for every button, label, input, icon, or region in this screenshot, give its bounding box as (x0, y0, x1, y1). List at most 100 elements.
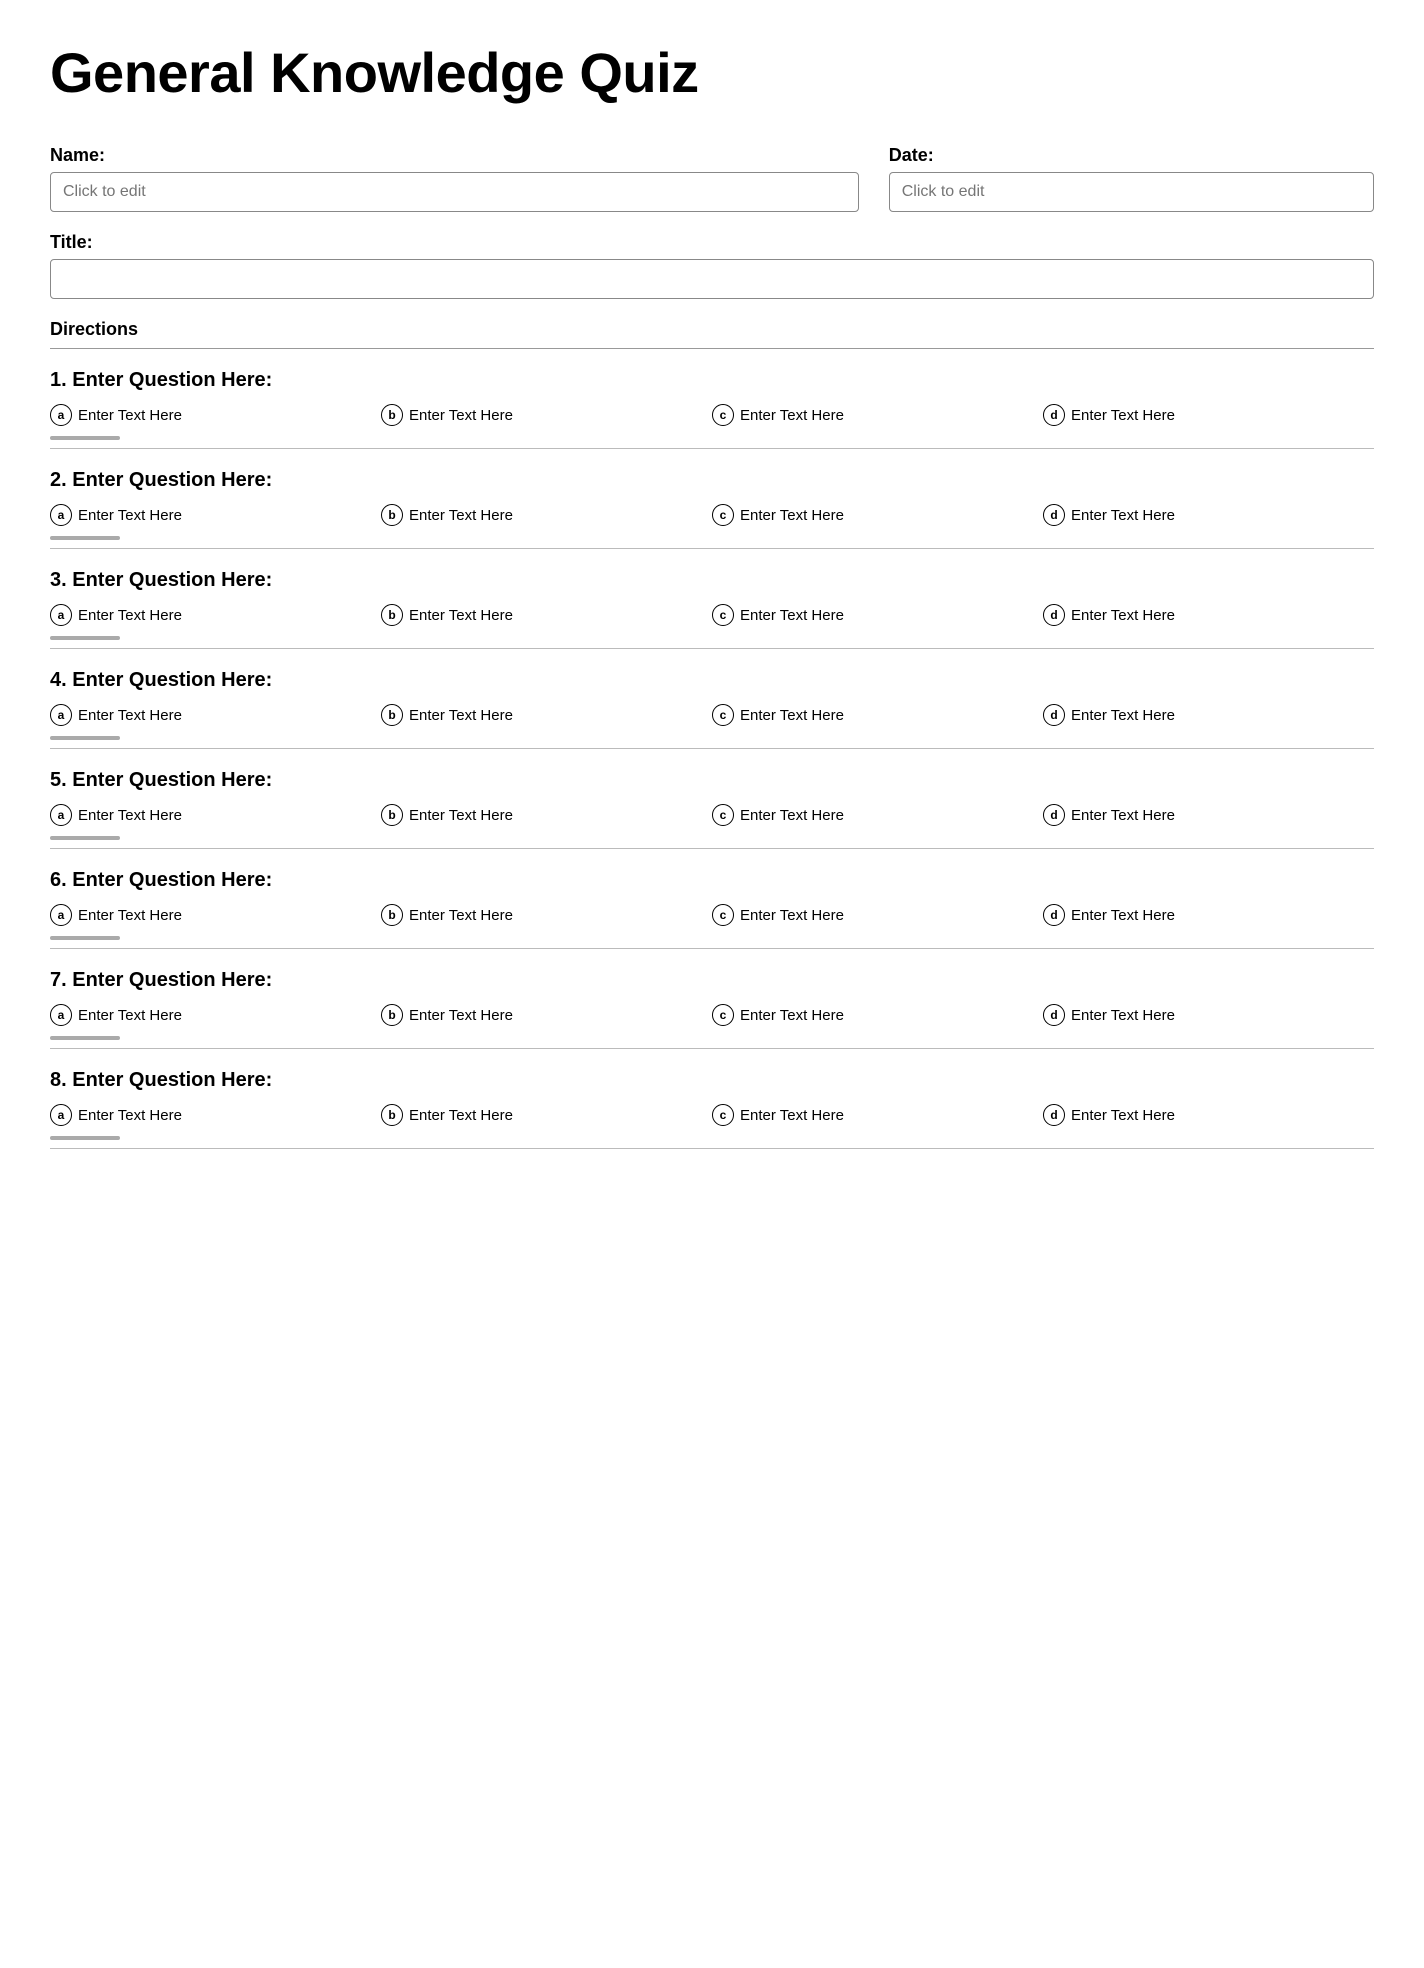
question-title-4: 4. Enter Question Here: (50, 669, 1374, 692)
option-8-d[interactable]: d Enter Text Here (1043, 1104, 1374, 1126)
option-text-1-d: Enter Text Here (1071, 407, 1175, 424)
option-7-c[interactable]: cEnter Text Here (712, 1004, 1043, 1026)
option-2-c[interactable]: cEnter Text Here (712, 504, 1043, 526)
option-text-6-d: Enter Text Here (1071, 907, 1175, 924)
title-input[interactable] (50, 259, 1374, 299)
question-block-4: 4. Enter Question Here: a Enter Text Here b… (50, 669, 1374, 749)
option-4-d[interactable]: dEnter Text Here (1043, 704, 1374, 726)
directions-section: Directions (50, 319, 1374, 349)
option-circle-1-d: d (1043, 404, 1065, 426)
options-row-6: aEnter Text HerebEnter Text HerecEnter T… (50, 904, 1374, 926)
answer-line-6 (50, 936, 120, 940)
question-block-1: 1. Enter Question Here: aEnter Text Hereb… (50, 369, 1374, 449)
options-row-8: aEnter Text HerebEnter Text HerecEnter T… (50, 1104, 1374, 1126)
directions-label: Directions (50, 319, 1374, 340)
question-title-6: 6. Enter Question Here: (50, 869, 1374, 892)
option-text-7-b: Enter Text Here (409, 1007, 513, 1024)
options-row-2: aEnter Text HerebEnter Text HerecEnter T… (50, 504, 1374, 526)
option-5-a[interactable]: aEnter Text Here (50, 804, 381, 826)
option-3-c[interactable]: cEnter Text Here (712, 604, 1043, 626)
option-text-6-c: Enter Text Here (740, 907, 844, 924)
option-circle-4-d: d (1043, 704, 1065, 726)
option-text-1-c: Enter Text Here (740, 407, 844, 424)
option-circle-8-d: d (1043, 1104, 1065, 1126)
option-text-3-d: Enter Text Here (1071, 607, 1175, 624)
option-circle-5-b: b (381, 804, 403, 826)
option-7-d[interactable]: dEnter Text Here (1043, 1004, 1374, 1026)
question-title-5: 5. Enter Question Here: (50, 769, 1374, 792)
answer-line-8 (50, 1136, 120, 1140)
option-circle-1-c: c (712, 404, 734, 426)
options-row-1: aEnter Text Hereb Enter Text Here c Enter T… (50, 404, 1374, 426)
option-text-8-d: Enter Text Here (1071, 1107, 1175, 1124)
option-circle-5-c: c (712, 804, 734, 826)
options-row-3: aEnter Text HerebEnter Text HerecEnter T… (50, 604, 1374, 626)
option-3-a[interactable]: aEnter Text Here (50, 604, 381, 626)
option-1-a[interactable]: aEnter Text Here (50, 404, 381, 426)
question-title-7: 7. Enter Question Here: (50, 969, 1374, 992)
option-4-c[interactable]: cEnter Text Here (712, 704, 1043, 726)
option-8-b[interactable]: bEnter Text Here (381, 1104, 712, 1126)
option-text-1-a: Enter Text Here (78, 407, 182, 424)
question-divider-3 (50, 648, 1374, 649)
option-5-d[interactable]: dEnter Text Here (1043, 804, 1374, 826)
directions-divider (50, 348, 1374, 349)
option-text-1-b: Enter Text Here (409, 407, 513, 424)
option-text-2-a: Enter Text Here (78, 507, 182, 524)
option-2-a[interactable]: aEnter Text Here (50, 504, 381, 526)
option-text-3-a: Enter Text Here (78, 607, 182, 624)
option-5-b[interactable]: bEnter Text Here (381, 804, 712, 826)
option-2-b[interactable]: bEnter Text Here (381, 504, 712, 526)
options-row-5: aEnter Text HerebEnter Text HerecEnter T… (50, 804, 1374, 826)
option-text-2-b: Enter Text Here (409, 507, 513, 524)
option-circle-8-a: a (50, 1104, 72, 1126)
option-circle-3-d: d (1043, 604, 1065, 626)
question-title-1: 1. Enter Question Here: (50, 369, 1374, 392)
option-circle-6-b: b (381, 904, 403, 926)
option-4-b[interactable]: bEnter Text Here (381, 704, 712, 726)
option-7-a[interactable]: aEnter Text Here (50, 1004, 381, 1026)
option-6-c[interactable]: cEnter Text Here (712, 904, 1043, 926)
option-text-6-b: Enter Text Here (409, 907, 513, 924)
option-circle-4-c: c (712, 704, 734, 726)
option-circle-4-a: a (50, 704, 72, 726)
date-label: Date: (889, 145, 1374, 166)
option-2-d[interactable]: dEnter Text Here (1043, 504, 1374, 526)
answer-line-7 (50, 1036, 120, 1040)
option-3-d[interactable]: d Enter Text Here (1043, 604, 1374, 626)
option-text-8-b: Enter Text Here (409, 1107, 513, 1124)
options-row-4: a Enter Text Here bEnter Text HerecEnter T… (50, 704, 1374, 726)
option-4-a[interactable]: a Enter Text Here (50, 704, 381, 726)
option-3-b[interactable]: bEnter Text Here (381, 604, 712, 626)
option-circle-1-b: b (381, 404, 403, 426)
question-divider-6 (50, 948, 1374, 949)
answer-line-4 (50, 736, 120, 740)
option-6-a[interactable]: aEnter Text Here (50, 904, 381, 926)
option-text-7-a: Enter Text Here (78, 1007, 182, 1024)
option-7-b[interactable]: b Enter Text Here (381, 1004, 712, 1026)
question-divider-1 (50, 448, 1374, 449)
option-text-5-a: Enter Text Here (78, 807, 182, 824)
option-6-b[interactable]: b Enter Text Here (381, 904, 712, 926)
option-text-4-a: Enter Text Here (78, 707, 182, 724)
date-group: Date: (889, 145, 1374, 212)
option-8-a[interactable]: a Enter Text Here (50, 1104, 381, 1126)
option-1-d[interactable]: d Enter Text Here (1043, 404, 1374, 426)
option-1-b[interactable]: b Enter Text Here (381, 404, 712, 426)
name-date-row: Name: Date: (50, 145, 1374, 212)
option-text-8-a: Enter Text Here (78, 1107, 182, 1124)
questions-container: 1. Enter Question Here:aEnter Text Hereb… (50, 369, 1374, 1149)
option-1-c[interactable]: c Enter Text Here (712, 404, 1043, 426)
option-circle-7-d: d (1043, 1004, 1065, 1026)
date-input[interactable] (889, 172, 1374, 212)
option-circle-4-b: b (381, 704, 403, 726)
name-input[interactable] (50, 172, 859, 212)
option-8-c[interactable]: cEnter Text Here (712, 1104, 1043, 1126)
option-5-c[interactable]: cEnter Text Here (712, 804, 1043, 826)
option-6-d[interactable]: dEnter Text Here (1043, 904, 1374, 926)
question-divider-2 (50, 548, 1374, 549)
option-text-2-c: Enter Text Here (740, 507, 844, 524)
option-circle-6-a: a (50, 904, 72, 926)
option-circle-7-b: b (381, 1004, 403, 1026)
question-title-3: 3. Enter Question Here: (50, 569, 1374, 592)
